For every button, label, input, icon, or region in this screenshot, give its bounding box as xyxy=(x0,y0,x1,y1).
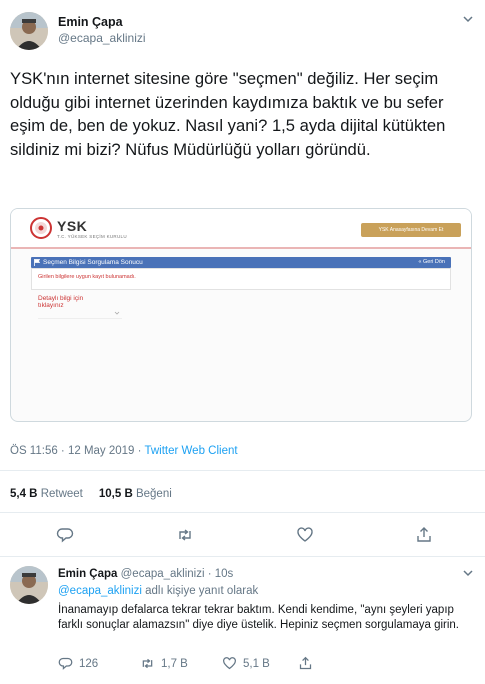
ysk-site-subtitle: T.C. YÜKSEK SEÇİM KURULU xyxy=(57,234,127,239)
retweet-icon[interactable] xyxy=(176,526,194,544)
author-name[interactable]: Emin Çapa xyxy=(58,15,123,29)
ysk-site-title: YSK xyxy=(57,218,88,234)
reply-icon[interactable] xyxy=(56,526,74,544)
share-icon[interactable] xyxy=(415,526,433,544)
reply-like-button[interactable]: 5,1 B xyxy=(222,656,270,671)
share-icon xyxy=(299,656,312,670)
reply-header: Emin Çapa @ecapa_aklinizi · 10s xyxy=(58,568,233,580)
tweet-stats: 5,4 B Retweet 10,5 B Beğeni xyxy=(10,488,172,500)
ysk-detail-label: Detaylı bilgi için tıklayınız xyxy=(38,295,84,309)
reply-retweet-count: 1,7 B xyxy=(161,657,188,670)
ysk-divider xyxy=(11,247,471,249)
reply-like-count: 5,1 B xyxy=(243,657,270,670)
reply-author-handle[interactable]: @ecapa_aklinizi · 10s xyxy=(117,568,234,580)
reply-context: @ecapa_aklinizi adlı kişiye yanıt olarak xyxy=(58,585,258,597)
ysk-site-header: YSK T.C. YÜKSEK SEÇİM KURULU YSK Anasayf… xyxy=(11,209,471,247)
reply-reply-button[interactable]: 126 xyxy=(58,656,98,671)
timestamp-text[interactable]: ÖS 11:56 · 12 May 2019 · xyxy=(10,445,144,457)
ysk-select xyxy=(38,309,122,319)
like-count[interactable]: 10,5 B xyxy=(99,488,133,500)
like-label[interactable]: Beğeni xyxy=(133,488,172,500)
reply-context-text: adlı kişiye yanıt olarak xyxy=(141,585,259,597)
reply-retweet-button[interactable]: 1,7 B xyxy=(140,656,188,671)
reply-share-button[interactable] xyxy=(298,656,313,671)
ysk-panel-body: Girilen bilgilere uygun kayıt bulunamadı… xyxy=(31,268,451,290)
reply-context-mention[interactable]: @ecapa_aklinizi xyxy=(58,585,142,597)
retweet-icon xyxy=(142,658,153,669)
heart-icon xyxy=(223,657,236,670)
tweet-media-image[interactable]: YSK T.C. YÜKSEK SEÇİM KURULU YSK Anasayf… xyxy=(10,208,472,422)
heart-icon[interactable] xyxy=(296,526,314,544)
tweet-timestamp: ÖS 11:56 · 12 May 2019 · Twitter Web Cli… xyxy=(10,445,238,457)
avatar[interactable] xyxy=(10,566,48,604)
retweet-label[interactable]: Retweet xyxy=(38,488,83,500)
ysk-back-link: « Geri Dön xyxy=(418,259,445,265)
ysk-home-button: YSK Anasayfasına Devam Et xyxy=(361,223,461,237)
chevron-down-icon[interactable] xyxy=(461,12,475,26)
ysk-panel-header: Seçmen Bilgisi Sorgulama Sonucu « Geri D… xyxy=(31,257,451,268)
tweet-actions xyxy=(0,526,485,546)
chevron-down-icon[interactable] xyxy=(461,566,475,580)
reply-author-name[interactable]: Emin Çapa xyxy=(58,568,117,580)
flag-icon xyxy=(34,259,40,266)
retweet-count[interactable]: 5,4 B xyxy=(10,488,38,500)
reply-icon xyxy=(58,657,73,670)
ysk-logo-icon xyxy=(30,217,52,239)
reply-count: 126 xyxy=(79,657,99,670)
divider xyxy=(0,556,485,557)
client-link[interactable]: Twitter Web Client xyxy=(144,445,237,457)
author-handle[interactable]: @ecapa_aklinizi xyxy=(58,31,146,45)
divider xyxy=(0,512,485,513)
ysk-panel-title: Seçmen Bilgisi Sorgulama Sonucu xyxy=(43,259,143,266)
divider xyxy=(0,470,485,471)
ysk-error-message: Girilen bilgilere uygun kayıt bulunamadı… xyxy=(38,274,136,280)
chevron-down-icon xyxy=(114,311,120,315)
tweet-text: YSK'nın internet sitesine göre "seçmen" … xyxy=(10,69,446,159)
avatar[interactable] xyxy=(10,12,48,50)
reply-text: İnanamayıp defalarca tekrar tekrar baktı… xyxy=(58,604,460,631)
